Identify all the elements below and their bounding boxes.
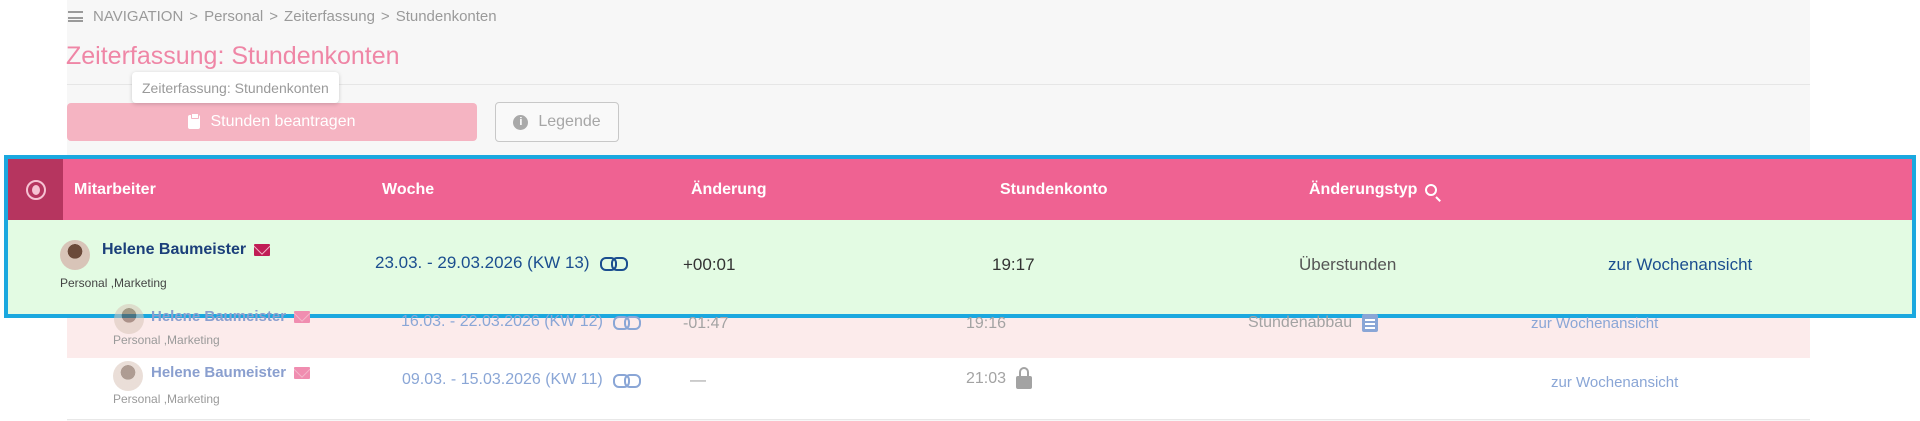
- column-header-employee[interactable]: Mitarbeiter: [74, 159, 156, 220]
- change-type-value: Stundenabbau: [1248, 314, 1353, 331]
- highlighted-table-region: Mitarbeiter Woche Änderung Stundenkonto …: [4, 155, 1916, 318]
- change-value: —: [690, 372, 706, 389]
- week-link[interactable]: 23.03. - 29.03.2026 (KW 13): [375, 253, 628, 273]
- mail-icon[interactable]: [254, 244, 271, 256]
- tooltip: Zeiterfassung: Stundenkonten: [132, 72, 339, 103]
- week-view-link[interactable]: zur Wochenansicht: [1531, 315, 1658, 332]
- week-label: 23.03. - 29.03.2026 (KW 13): [375, 253, 590, 272]
- table-row[interactable]: Helene Baumeister Personal ,Marketing 16…: [67, 304, 1810, 358]
- header-settings-cell[interactable]: [8, 159, 63, 220]
- employee-name-label: Helene Baumeister: [151, 364, 287, 381]
- user-circle-icon: [25, 179, 46, 200]
- week-link[interactable]: 16.03. - 22.03.2026 (KW 12): [401, 313, 641, 331]
- table-row[interactable]: Helene Baumeister Personal ,Marketing 23…: [8, 220, 1912, 314]
- table-row[interactable]: Helene Baumeister Personal ,Marketing 09…: [67, 358, 1810, 420]
- breadcrumb: NAVIGATION > Personal > Zeiterfassung > …: [68, 8, 497, 25]
- breadcrumb-item-zeiterfassung[interactable]: Zeiterfassung: [284, 8, 375, 25]
- employee-name[interactable]: Helene Baumeister: [151, 364, 311, 381]
- balance-cell: 21:03: [966, 367, 1033, 389]
- search-icon[interactable]: [1425, 183, 1438, 196]
- request-hours-label: Stunden beantragen: [210, 113, 356, 130]
- legend-label: Legende: [538, 113, 601, 130]
- balance-value: 19:17: [992, 255, 1035, 274]
- column-header-balance[interactable]: Stundenkonto: [1000, 159, 1108, 220]
- change-value: -01:47: [683, 315, 729, 332]
- breadcrumb-item-navigation[interactable]: NAVIGATION: [93, 8, 183, 25]
- link-icon[interactable]: [612, 316, 641, 330]
- employee-name-label: Helene Baumeister: [151, 308, 287, 325]
- employee-name[interactable]: Helene Baumeister: [102, 241, 271, 259]
- employee-departments: Personal ,Marketing: [113, 333, 220, 347]
- link-icon[interactable]: [612, 374, 641, 388]
- week-view-link[interactable]: zur Wochenansicht: [1551, 374, 1678, 391]
- breadcrumb-item-stundenkonten[interactable]: Stundenkonten: [396, 8, 497, 25]
- column-header-change[interactable]: Änderung: [691, 159, 767, 220]
- balance-value: 19:16: [966, 315, 1007, 332]
- balance-value: 21:03: [966, 369, 1007, 387]
- hamburger-menu-icon[interactable]: [68, 11, 83, 22]
- page-title: Zeiterfassung: Stundenkonten: [66, 42, 400, 70]
- mail-icon[interactable]: [294, 366, 311, 379]
- request-hours-button[interactable]: Stunden beantragen: [67, 103, 477, 141]
- page-root: NAVIGATION > Personal > Zeiterfassung > …: [0, 0, 1920, 421]
- week-label: 09.03. - 15.03.2026 (KW 11): [402, 371, 603, 388]
- document-icon[interactable]: [1362, 314, 1379, 332]
- breadcrumb-separator: >: [189, 8, 199, 25]
- info-icon: i: [513, 114, 529, 130]
- week-view-link[interactable]: zur Wochenansicht: [1608, 255, 1752, 275]
- lock-icon: [1016, 367, 1033, 389]
- employee-name[interactable]: Helene Baumeister: [151, 308, 311, 325]
- mail-icon[interactable]: [294, 310, 311, 323]
- clipboard-icon: [188, 113, 201, 129]
- breadcrumb-separator: >: [269, 8, 279, 25]
- link-icon[interactable]: [599, 257, 628, 271]
- change-value: +00:01: [683, 255, 736, 274]
- breadcrumb-separator: >: [380, 8, 390, 25]
- avatar: [114, 304, 144, 334]
- column-header-change-type[interactable]: Änderungstyp: [1309, 159, 1438, 220]
- avatar: [60, 240, 90, 270]
- employee-departments: Personal ,Marketing: [113, 392, 220, 406]
- table-header: Mitarbeiter Woche Änderung Stundenkonto …: [8, 159, 1912, 220]
- avatar: [113, 361, 143, 391]
- column-header-week[interactable]: Woche: [382, 159, 434, 220]
- week-label: 16.03. - 22.03.2026 (KW 12): [401, 313, 603, 330]
- employee-departments: Personal ,Marketing: [60, 276, 167, 290]
- column-header-change-type-label: Änderungstyp: [1309, 180, 1418, 198]
- change-type-cell: Stundenabbau: [1248, 314, 1379, 332]
- change-type-value: Überstunden: [1299, 255, 1397, 274]
- legend-button[interactable]: i Legende: [495, 102, 619, 142]
- breadcrumb-item-personal[interactable]: Personal: [204, 8, 263, 25]
- employee-name-label: Helene Baumeister: [102, 241, 247, 258]
- week-link[interactable]: 09.03. - 15.03.2026 (KW 11): [402, 371, 641, 389]
